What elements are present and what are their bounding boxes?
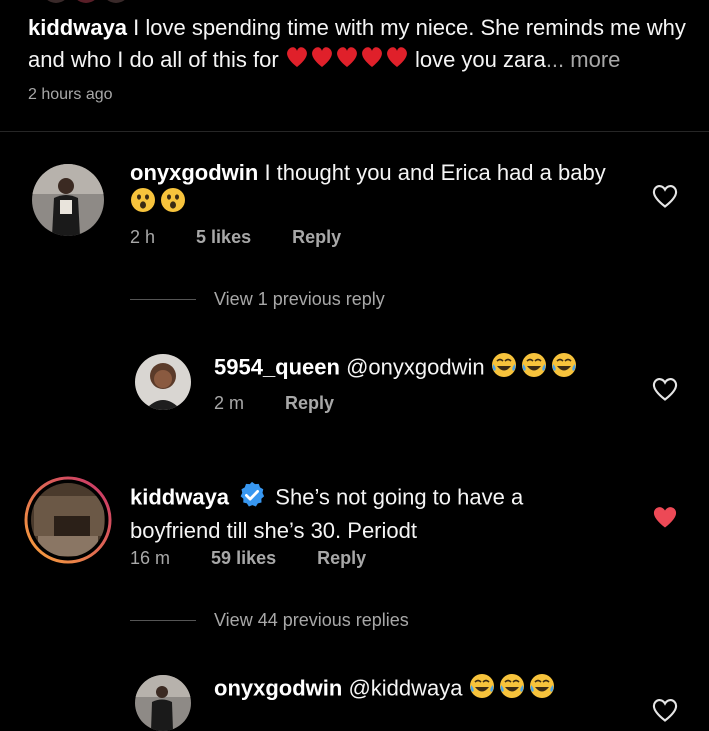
view-previous-reply-link[interactable]: View 1 previous reply (214, 289, 385, 310)
caption-more-link[interactable]: more (570, 47, 620, 72)
liked-heart-icon[interactable] (651, 504, 679, 530)
reply-onyxgodwin: onyxgodwin @kiddwaya (214, 673, 634, 706)
comment-text-line2: boyfriend till she’s 30. Periodt (130, 518, 417, 543)
reply-meta: 2 m Reply (214, 393, 334, 414)
caption-divider (0, 131, 709, 132)
view-previous-replies-link[interactable]: View 44 previous replies (214, 610, 409, 631)
caption-ellipsis: ... (545, 47, 565, 72)
reply-5954-queen: 5954_queen @onyxgodwin (214, 352, 634, 385)
like-heart-icon[interactable] (651, 376, 679, 402)
astonished-face-icon (130, 187, 188, 220)
comment-meta: 2 h 5 likes Reply (130, 227, 341, 248)
avatar-5954-queen[interactable] (135, 354, 191, 410)
reply-button[interactable]: Reply (317, 548, 366, 568)
like-heart-icon[interactable] (651, 183, 679, 209)
tears-of-joy-face-icon (469, 673, 555, 706)
caption-text-line1: I love spending time with my niece. She … (133, 15, 686, 40)
like-heart-icon[interactable] (651, 697, 679, 723)
avatar-onyxgodwin[interactable] (135, 675, 191, 731)
reply-username[interactable]: 5954_queen (214, 354, 340, 379)
red-hearts-emoji (285, 45, 409, 78)
top-cropped-avatars (36, 0, 136, 4)
comment-username[interactable]: kiddwaya (130, 484, 229, 509)
comment-username[interactable]: onyxgodwin (130, 160, 258, 185)
caption-text-suffix: love you zara (414, 47, 546, 72)
verified-badge-icon (237, 480, 267, 517)
comment-text: I thought you and Erica had a baby (264, 160, 606, 185)
tears-of-joy-face-icon (491, 352, 577, 385)
avatar-onyxgodwin[interactable] (32, 164, 104, 236)
comment-likes[interactable]: 5 likes (196, 227, 251, 247)
reply-mention[interactable]: @kiddwaya (348, 675, 462, 700)
comment-likes[interactable]: 59 likes (211, 548, 276, 568)
caption-text-line2: and who I do all of this for (28, 47, 279, 72)
avatar-kiddwaya-story-ring[interactable] (24, 476, 112, 564)
comment-onyxgodwin: onyxgodwin I thought you and Erica had a… (130, 159, 640, 220)
view-replies-line (130, 299, 196, 300)
comment-time: 2 h (130, 227, 156, 247)
post-caption: kiddwaya I love spending time with my ni… (28, 12, 688, 78)
reply-button[interactable]: Reply (292, 227, 341, 247)
reply-mention[interactable]: @onyxgodwin (346, 354, 485, 379)
view-replies-line (130, 620, 196, 621)
comment-time: 16 m (130, 548, 171, 568)
comment-meta: 16 m 59 likes Reply (130, 548, 366, 569)
caption-username[interactable]: kiddwaya (28, 15, 127, 40)
caption-timestamp: 2 hours ago (28, 86, 113, 103)
comment-kiddwaya: kiddwaya She’s not going to have a boyfr… (130, 480, 630, 545)
reply-time: 2 m (214, 393, 245, 413)
reply-button[interactable]: Reply (285, 393, 334, 413)
comment-text-line1: She’s not going to have a (275, 484, 524, 510)
reply-username[interactable]: onyxgodwin (214, 675, 342, 700)
